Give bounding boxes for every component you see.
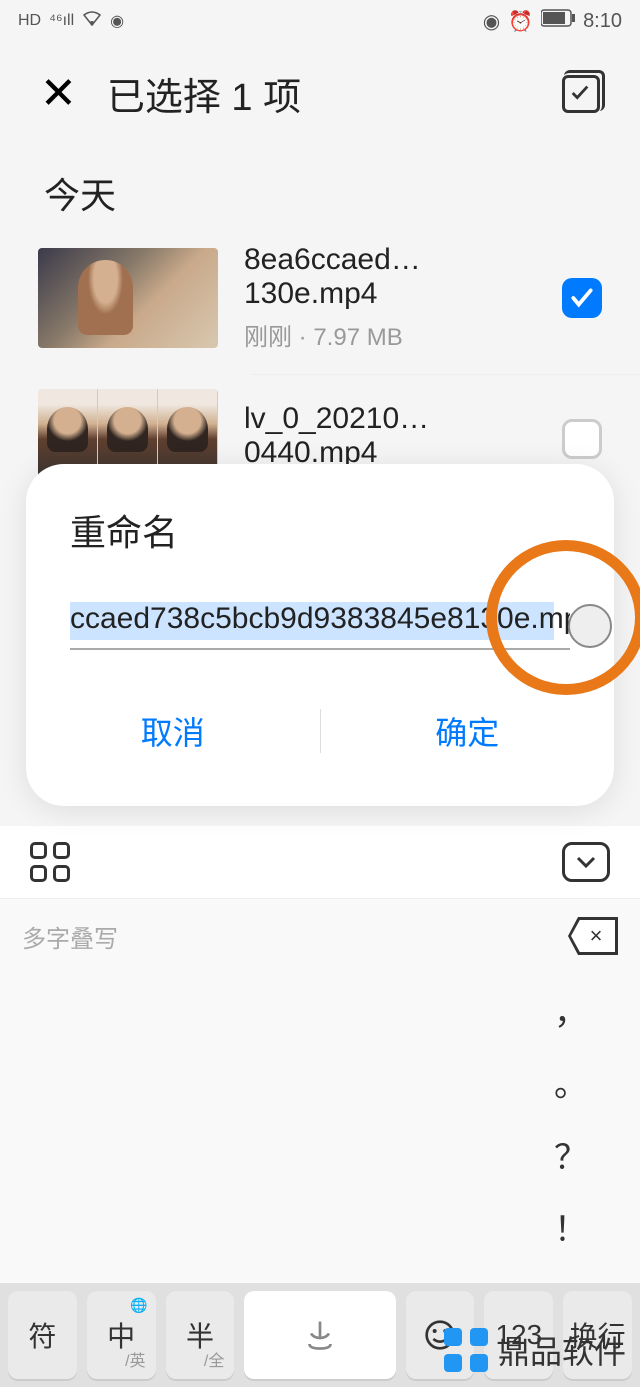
- rename-input[interactable]: [70, 602, 570, 650]
- clock-text: 8:10: [583, 10, 622, 33]
- wifi-icon: [82, 11, 102, 32]
- hd-icon: HD: [18, 12, 41, 30]
- keyboard-hint-row: 多字叠写: [0, 899, 640, 973]
- file-row[interactable]: 8ea6ccaed…130e.mp4 刚刚 · 7.97 MB: [0, 243, 640, 366]
- selection-header: ✕ 已选择 1 项: [0, 42, 640, 145]
- video-thumbnail: [38, 248, 218, 348]
- divider: [250, 374, 640, 375]
- battery-icon: [541, 9, 575, 33]
- width-key[interactable]: 半/全: [166, 1291, 235, 1379]
- eye-icon: ◉: [483, 9, 500, 34]
- candidate-key[interactable]: ！: [554, 1202, 588, 1251]
- file-name: lv_0_20210…0440.mp4: [244, 402, 536, 470]
- keyboard-candidates: ， 。 ？ ！: [0, 973, 640, 1283]
- keyboard-toolbar: [0, 826, 640, 899]
- nfc-icon: ◉: [110, 11, 124, 31]
- candidate-key[interactable]: ，: [554, 985, 588, 1034]
- rename-modal: 重命名 取消 确定: [26, 464, 614, 806]
- file-meta: 刚刚 · 7.97 MB: [244, 317, 536, 352]
- watermark: 鼎品软件: [444, 1327, 626, 1373]
- confirm-button[interactable]: 确定: [321, 686, 615, 776]
- watermark-icon: [444, 1328, 488, 1372]
- watermark-text: 鼎品软件: [498, 1327, 626, 1373]
- alarm-icon: ⏰: [508, 9, 533, 34]
- file-checkbox[interactable]: [562, 278, 602, 318]
- file-checkbox[interactable]: [562, 419, 602, 459]
- section-today: 今天: [0, 145, 640, 243]
- cursor-handle[interactable]: [568, 604, 612, 648]
- keyboard: 多字叠写 ， 。 ？ ！ 符 🌐中/英 半/全 123 换行: [0, 826, 640, 1387]
- keyboard-collapse-icon[interactable]: [562, 842, 610, 882]
- file-name: 8ea6ccaed…130e.mp4: [244, 243, 536, 311]
- select-all-button[interactable]: [562, 75, 600, 113]
- close-icon[interactable]: ✕: [40, 72, 77, 116]
- language-key[interactable]: 🌐中/英: [87, 1291, 156, 1379]
- status-right: ◉ ⏰ 8:10: [483, 9, 622, 34]
- modal-title: 重命名: [26, 504, 614, 602]
- status-left: HD ⁴⁶ıll ◉: [18, 11, 124, 32]
- symbol-key[interactable]: 符: [8, 1291, 77, 1379]
- keyboard-menu-icon[interactable]: [30, 842, 70, 882]
- candidate-key[interactable]: ？: [554, 1130, 588, 1179]
- handwriting-hint: 多字叠写: [22, 919, 118, 954]
- status-bar: HD ⁴⁶ıll ◉ ◉ ⏰ 8:10: [0, 0, 640, 42]
- header-title: 已选择 1 项: [107, 66, 532, 121]
- cancel-button[interactable]: 取消: [26, 686, 320, 776]
- file-info: 8ea6ccaed…130e.mp4 刚刚 · 7.97 MB: [244, 243, 536, 352]
- signal-icon: ⁴⁶ıll: [49, 12, 74, 30]
- candidate-key[interactable]: 。: [554, 1057, 588, 1106]
- space-key[interactable]: [244, 1291, 395, 1379]
- backspace-key[interactable]: [568, 917, 618, 955]
